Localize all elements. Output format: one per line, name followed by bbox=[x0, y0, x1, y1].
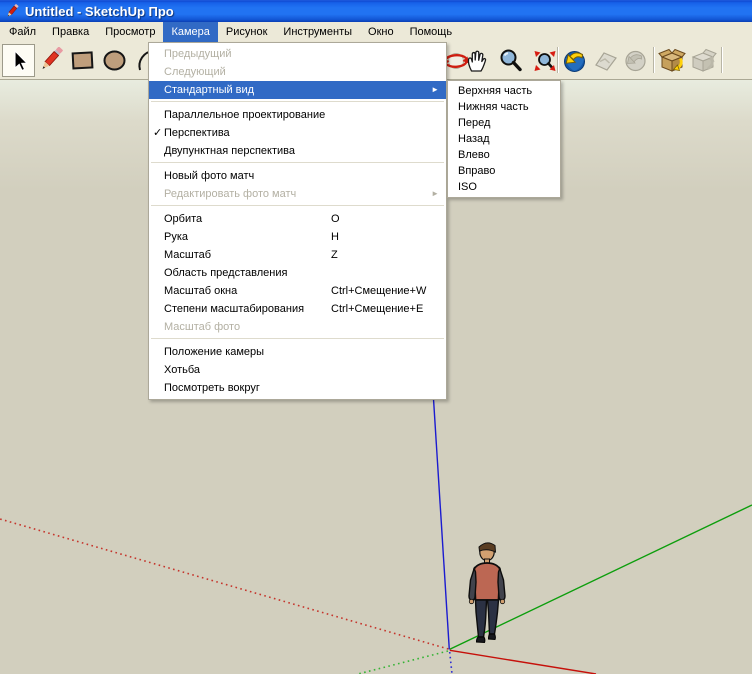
camera-menu-item-look-around[interactable]: Посмотреть вокруг bbox=[149, 379, 446, 397]
menu-item-label: Новый фото матч bbox=[164, 170, 254, 182]
circle-icon bbox=[101, 47, 128, 74]
standard-view-submenu: Верхняя частьНижняя частьПередНазадВлево… bbox=[447, 80, 561, 198]
menu-item-label: Хотьба bbox=[164, 364, 200, 376]
share-model-tool-button bbox=[688, 45, 717, 76]
get-current-view-tool-button[interactable] bbox=[560, 45, 589, 76]
camera-dropdown-menu: Предыдущий Следующий Стандартный вид ► Парал… bbox=[148, 42, 447, 400]
submenu-arrow-icon: ► bbox=[431, 185, 439, 203]
menu-item-label: Параллельное проектирование bbox=[164, 109, 325, 121]
menubar-item-edit[interactable]: Правка bbox=[44, 22, 97, 42]
camera-menu-item-standard-view[interactable]: Стандартный вид ► bbox=[149, 81, 446, 99]
menu-item-label: Предыдущий bbox=[164, 48, 231, 60]
standard-view-item-top[interactable]: Верхняя часть bbox=[448, 83, 560, 99]
camera-menu-item-perspective[interactable]: Перспектива✓ bbox=[149, 124, 446, 142]
scale-figure-person[interactable] bbox=[465, 541, 509, 651]
menu-item-label: Следующий bbox=[164, 66, 226, 78]
pencil-icon bbox=[37, 47, 64, 74]
menu-item-label: Масштаб bbox=[164, 249, 211, 261]
toolbar-separator bbox=[721, 47, 723, 73]
menubar-item-help[interactable]: Помощь bbox=[402, 22, 461, 42]
select-tool-button[interactable] bbox=[2, 44, 35, 77]
menu-item-label: Область представления bbox=[164, 267, 287, 279]
standard-view-item-back[interactable]: Назад bbox=[448, 131, 560, 147]
rectangle-tool-button[interactable] bbox=[68, 45, 97, 76]
circle-tool-button[interactable] bbox=[100, 45, 129, 76]
get-models-tool-button[interactable] bbox=[657, 45, 686, 76]
menu-item-label: Степени масштабирования bbox=[164, 303, 304, 315]
camera-menu-item-previous: Предыдущий bbox=[149, 45, 446, 63]
pan-tool-button[interactable] bbox=[462, 45, 491, 76]
zoom-extents-icon bbox=[531, 47, 559, 75]
menu-item-label: Масштаб окна bbox=[164, 285, 237, 297]
menu-item-shortcut: H bbox=[331, 228, 339, 246]
menu-item-label: Орбита bbox=[164, 213, 202, 225]
camera-menu-item-parallel-projection[interactable]: Параллельное проектирование bbox=[149, 106, 446, 124]
menubar: ФайлПравкаПросмотрКамераРисунокИнструмен… bbox=[0, 22, 752, 43]
menubar-item-camera[interactable]: Камера bbox=[163, 22, 217, 42]
rectangle-icon bbox=[69, 47, 96, 74]
menu-item-label: Редактировать фото матч bbox=[164, 188, 296, 200]
toggle-terrain-tool-button bbox=[591, 45, 620, 76]
menubar-item-window[interactable]: Окно bbox=[360, 22, 402, 42]
standard-view-item-right[interactable]: Вправо bbox=[448, 163, 560, 179]
menu-item-label: Перспектива bbox=[164, 127, 230, 139]
menubar-item-tools[interactable]: Инструменты bbox=[275, 22, 360, 42]
menu-item-label: Стандартный вид bbox=[164, 84, 254, 96]
menu-item-shortcut: Ctrl+Смещение+E bbox=[331, 300, 423, 318]
standard-view-item-iso[interactable]: ISO bbox=[448, 179, 560, 195]
camera-menu-item-next: Следующий bbox=[149, 63, 446, 81]
app-icon bbox=[4, 3, 20, 19]
warehouse-box-icon bbox=[658, 47, 686, 75]
titlebar: Untitled - SketchUp Про bbox=[0, 0, 752, 22]
camera-menu-item-orbit[interactable]: Орбита O bbox=[149, 210, 446, 228]
zoom-extents-tool-button[interactable] bbox=[530, 45, 559, 76]
menu-item-label: Двупунктная перспектива bbox=[164, 145, 295, 157]
camera-menu-item-two-point-perspective[interactable]: Двупунктная перспектива bbox=[149, 142, 446, 160]
menubar-item-file[interactable]: Файл bbox=[1, 22, 44, 42]
place-model-tool-button bbox=[621, 45, 650, 76]
submenu-arrow-icon: ► bbox=[431, 81, 439, 99]
line-tool-button[interactable] bbox=[36, 45, 65, 76]
standard-view-item-left[interactable]: Влево bbox=[448, 147, 560, 163]
menu-item-shortcut: O bbox=[331, 210, 340, 228]
menu-item-shortcut: Ctrl+Смещение+W bbox=[331, 282, 426, 300]
camera-menu-item-new-photo-match[interactable]: Новый фото матч bbox=[149, 167, 446, 185]
terrain-icon bbox=[592, 47, 620, 75]
globe-arrow-icon bbox=[561, 47, 589, 75]
window-title: Untitled - SketchUp Про bbox=[25, 4, 174, 19]
camera-menu-item-zoom[interactable]: Масштаб Z bbox=[149, 246, 446, 264]
standard-view-item-bottom[interactable]: Нижняя часть bbox=[448, 99, 560, 115]
menu-item-label: Посмотреть вокруг bbox=[164, 382, 260, 394]
share-box-icon bbox=[689, 47, 717, 75]
checkmark-icon: ✓ bbox=[153, 124, 162, 142]
camera-menu-item-position-camera[interactable]: Положение камеры bbox=[149, 343, 446, 361]
camera-menu-item-walk[interactable]: Хотьба bbox=[149, 361, 446, 379]
camera-menu-item-pan[interactable]: Рука H bbox=[149, 228, 446, 246]
toolbar-separator bbox=[653, 47, 655, 73]
cursor-icon bbox=[7, 49, 31, 73]
zoom-tool-button[interactable] bbox=[496, 45, 525, 76]
toolbar-separator bbox=[557, 47, 559, 73]
menubar-item-draw[interactable]: Рисунок bbox=[218, 22, 276, 42]
hand-icon bbox=[463, 47, 491, 75]
magnifier-icon bbox=[497, 47, 525, 75]
menubar-item-view[interactable]: Просмотр bbox=[97, 22, 163, 42]
camera-menu-item-field-of-view[interactable]: Область представления bbox=[149, 264, 446, 282]
menu-item-label: Рука bbox=[164, 231, 188, 243]
standard-view-item-front[interactable]: Перед bbox=[448, 115, 560, 131]
camera-menu-item-edit-photo-match: Редактировать фото матч ► bbox=[149, 185, 446, 203]
menu-item-shortcut: Z bbox=[331, 246, 338, 264]
globe-gray-icon bbox=[622, 47, 650, 75]
menu-item-label: Положение камеры bbox=[164, 346, 264, 358]
camera-menu-item-zoom-extents[interactable]: Степени масштабирования Ctrl+Смещение+E bbox=[149, 300, 446, 318]
menu-item-label: Масштаб фото bbox=[164, 321, 240, 333]
camera-menu-item-zoom-window[interactable]: Масштаб окна Ctrl+Смещение+W bbox=[149, 282, 446, 300]
camera-menu-item-zoom-photo: Масштаб фото bbox=[149, 318, 446, 336]
